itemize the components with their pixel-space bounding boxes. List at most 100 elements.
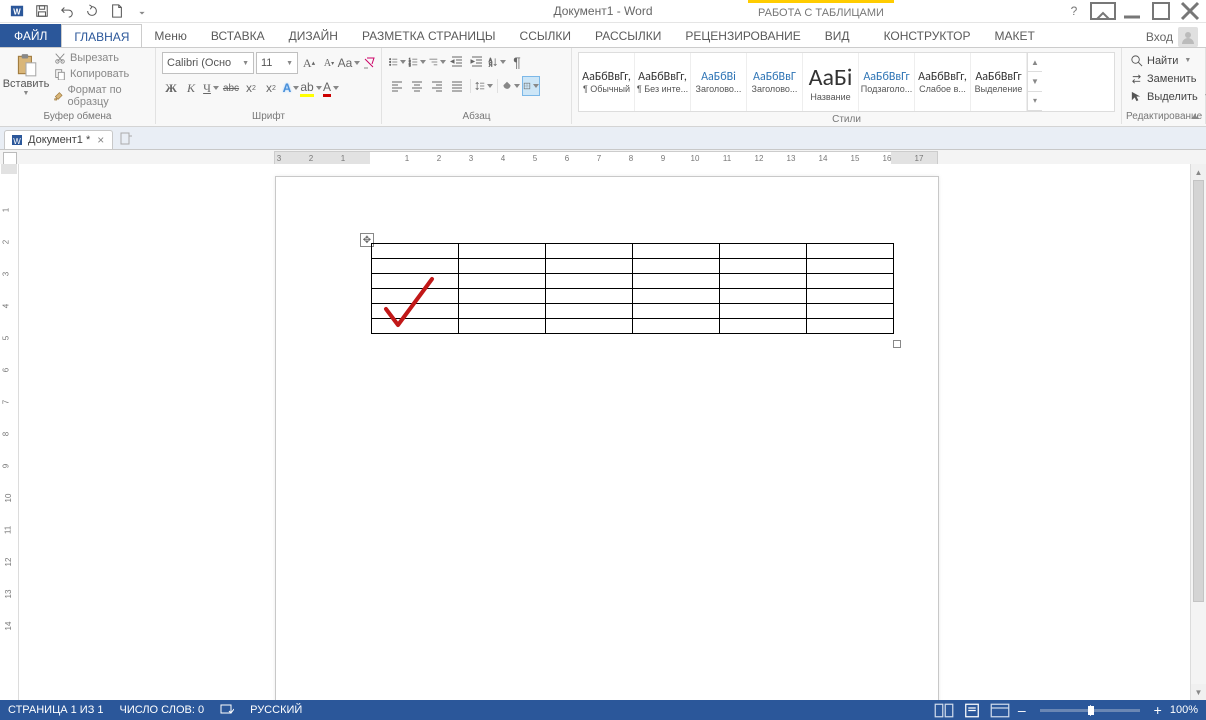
tab-mailings[interactable]: РАССЫЛКИ xyxy=(583,24,673,47)
bold-button[interactable]: Ж xyxy=(162,78,180,98)
scroll-down-button[interactable]: ▼ xyxy=(1191,684,1206,700)
style-item[interactable]: АаБбВвГг,¶ Без инте... xyxy=(635,53,691,111)
close-tab-button[interactable]: × xyxy=(95,133,106,147)
tab-review[interactable]: РЕЦЕНЗИРОВАНИЕ xyxy=(673,24,812,47)
table-tools-label: РАБОТА С ТАБЛИЦАМИ xyxy=(748,0,894,22)
avatar-icon xyxy=(1178,27,1198,47)
sort-button[interactable]: AЯ xyxy=(488,52,506,72)
zoom-level[interactable]: 100% xyxy=(1170,704,1198,716)
new-doc-button[interactable] xyxy=(106,1,128,21)
line-spacing-button[interactable] xyxy=(475,76,493,96)
indent-decrease-button[interactable] xyxy=(448,52,466,72)
web-layout-button[interactable] xyxy=(990,702,1010,718)
page-area[interactable]: ✥ xyxy=(19,164,1190,700)
sign-in[interactable]: Вход xyxy=(1146,27,1198,47)
tab-table-design[interactable]: КОНСТРУКТОР xyxy=(872,24,983,47)
scroll-thumb[interactable] xyxy=(1193,180,1204,602)
vertical-scrollbar[interactable]: ▲ ▼ xyxy=(1190,164,1206,700)
tab-layout[interactable]: РАЗМЕТКА СТРАНИЦЫ xyxy=(350,24,508,47)
help-button[interactable]: ? xyxy=(1060,1,1088,21)
align-left-button[interactable] xyxy=(388,76,406,96)
select-button[interactable]: Выделить▼ xyxy=(1126,88,1206,105)
paste-button[interactable]: Вставить ▼ xyxy=(4,50,48,97)
style-item[interactable]: АаБіНазвание xyxy=(803,53,859,111)
print-layout-button[interactable] xyxy=(962,702,982,718)
group-paragraph: 123 AЯ ¶ Абзац xyxy=(382,48,572,124)
new-tab-button[interactable] xyxy=(119,132,133,149)
copy-button[interactable]: Копировать xyxy=(52,67,147,81)
align-right-button[interactable] xyxy=(428,76,446,96)
ribbon: Вставить ▼ Вырезать Копировать Формат по… xyxy=(0,47,1206,127)
style-scroll[interactable]: ▲▼▾ xyxy=(1027,53,1042,111)
zoom-slider[interactable] xyxy=(1040,709,1140,712)
indent-increase-button[interactable] xyxy=(468,52,486,72)
word-count[interactable]: ЧИСЛО СЛОВ: 0 xyxy=(120,704,205,716)
align-center-button[interactable] xyxy=(408,76,426,96)
qat-dropdown[interactable] xyxy=(131,1,153,21)
zoom-out-button[interactable]: – xyxy=(1018,702,1026,718)
tab-insert[interactable]: ВСТАВКА xyxy=(199,24,277,47)
style-item[interactable]: АаБбВіЗаголово... xyxy=(691,53,747,111)
page-status[interactable]: СТРАНИЦА 1 ИЗ 1 xyxy=(8,704,104,716)
strike-button[interactable]: abc xyxy=(222,78,240,98)
collapse-ribbon-button[interactable] xyxy=(1188,110,1202,124)
clear-format-button[interactable] xyxy=(360,53,378,73)
minimize-button[interactable] xyxy=(1118,1,1146,21)
workspace: 1234567891011121314 ✥ ▲ ▼ xyxy=(0,164,1206,700)
show-marks-button[interactable]: ¶ xyxy=(508,52,526,72)
document-tab[interactable]: W Документ1 * × xyxy=(4,130,113,149)
close-button[interactable] xyxy=(1176,1,1204,21)
zoom-in-button[interactable]: + xyxy=(1154,702,1162,718)
change-case-button[interactable]: Aa xyxy=(340,53,358,73)
font-name-combo[interactable]: Calibri (Осно▼ xyxy=(162,52,254,74)
document-table[interactable] xyxy=(371,243,894,334)
table-resize-handle[interactable] xyxy=(893,340,901,348)
superscript-button[interactable]: x2 xyxy=(262,78,280,98)
vertical-ruler[interactable]: 1234567891011121314 xyxy=(0,164,19,700)
tab-design[interactable]: ДИЗАЙН xyxy=(277,24,350,47)
tab-menu[interactable]: Меню xyxy=(142,24,198,47)
font-size-combo[interactable]: 11▼ xyxy=(256,52,298,74)
align-justify-button[interactable] xyxy=(448,76,466,96)
style-item[interactable]: АаБбВвГг,Слабое в... xyxy=(915,53,971,111)
underline-button[interactable]: Ч xyxy=(202,78,220,98)
grow-font-button[interactable]: A▴ xyxy=(300,53,318,73)
tab-view[interactable]: ВИД xyxy=(813,24,862,47)
read-mode-button[interactable] xyxy=(934,702,954,718)
tab-home[interactable]: ГЛАВНАЯ xyxy=(61,24,142,48)
language-status[interactable]: РУССКИЙ xyxy=(250,704,302,716)
format-painter-button[interactable]: Формат по образцу xyxy=(52,83,147,109)
scroll-track[interactable] xyxy=(1191,180,1206,684)
style-item[interactable]: АаБбВвГгВыделение xyxy=(971,53,1027,111)
borders-button[interactable] xyxy=(522,76,540,96)
subscript-button[interactable]: x2 xyxy=(242,78,260,98)
redo-button[interactable] xyxy=(81,1,103,21)
bullets-button[interactable] xyxy=(388,52,406,72)
numbering-button[interactable]: 123 xyxy=(408,52,426,72)
zoom-thumb[interactable] xyxy=(1088,706,1094,715)
highlight-button[interactable]: ab xyxy=(302,78,320,98)
multilevel-button[interactable] xyxy=(428,52,446,72)
group-clipboard: Вставить ▼ Вырезать Копировать Формат по… xyxy=(0,48,156,124)
style-item[interactable]: АаБбВвГг,¶ Обычный xyxy=(579,53,635,111)
replace-button[interactable]: Заменить xyxy=(1126,70,1200,87)
maximize-button[interactable] xyxy=(1147,1,1175,21)
text-effects-button[interactable]: A xyxy=(282,78,300,98)
save-button[interactable] xyxy=(31,1,53,21)
ribbon-display-button[interactable] xyxy=(1089,1,1117,21)
shading-button[interactable] xyxy=(502,76,520,96)
font-color-button[interactable]: A xyxy=(322,78,340,98)
style-item[interactable]: АаБбВвГгПодзаголо... xyxy=(859,53,915,111)
style-item[interactable]: АаБбВвГЗаголово... xyxy=(747,53,803,111)
find-button[interactable]: Найти▼ xyxy=(1126,52,1195,69)
scroll-up-button[interactable]: ▲ xyxy=(1191,164,1206,180)
italic-button[interactable]: К xyxy=(182,78,200,98)
cut-button[interactable]: Вырезать xyxy=(52,51,147,65)
undo-button[interactable] xyxy=(56,1,78,21)
tab-table-layout[interactable]: МАКЕТ xyxy=(983,24,1047,47)
spell-check-icon[interactable] xyxy=(220,702,234,719)
styles-gallery[interactable]: АаБбВвГг,¶ ОбычныйАаБбВвГг,¶ Без инте...… xyxy=(578,52,1115,112)
tab-references[interactable]: ССЫЛКИ xyxy=(508,24,583,47)
tab-file[interactable]: ФАЙЛ xyxy=(0,24,61,47)
shrink-font-button[interactable]: A▾ xyxy=(320,53,338,73)
